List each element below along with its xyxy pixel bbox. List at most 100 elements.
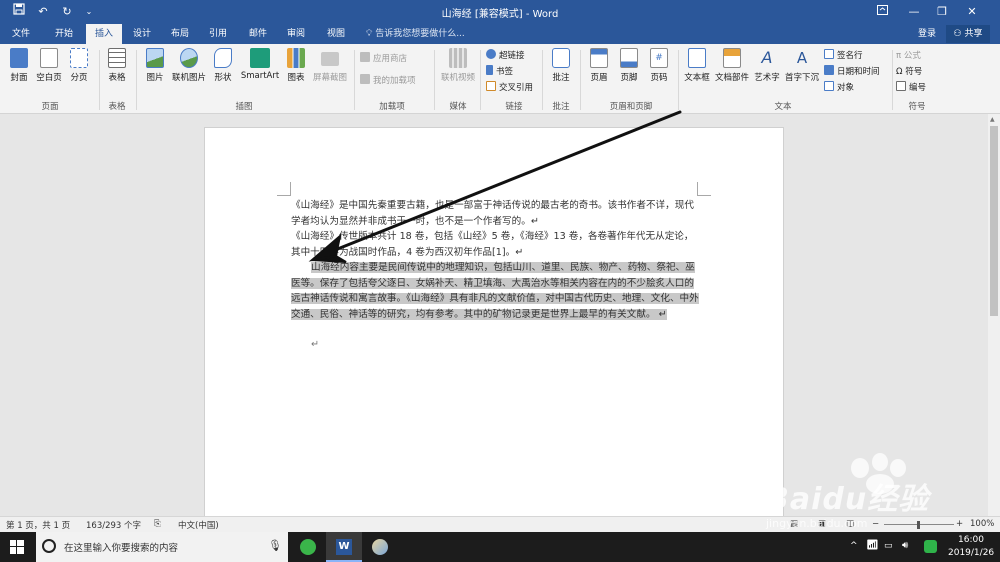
- tell-me-box[interactable]: 💡︎ 告诉我您想要做什么...: [366, 24, 465, 44]
- smartart-button[interactable]: SmartArt: [238, 48, 282, 81]
- online-picture-button[interactable]: 联机图片: [170, 48, 208, 83]
- page-number-button[interactable]: # 页码: [646, 48, 672, 83]
- undo-icon[interactable]: ↶: [34, 3, 52, 21]
- network-icon[interactable]: 📶︎: [866, 540, 879, 551]
- read-mode-icon[interactable]: ▤: [790, 519, 798, 529]
- paragraph-2[interactable]: 《山海经》传世版本共计 18 卷，包括《山经》5 卷，《海经》13 卷，各卷著作…: [291, 229, 701, 260]
- screenshot-button[interactable]: 屏幕截图: [310, 48, 350, 83]
- zoom-slider-thumb[interactable]: [917, 521, 920, 529]
- header-icon: [590, 48, 608, 68]
- date-time-label: 日期和时间: [837, 67, 880, 77]
- tab-home[interactable]: 开始: [46, 24, 82, 44]
- login-link[interactable]: 登录: [918, 24, 936, 44]
- group-separator: [99, 50, 100, 110]
- equation-button[interactable]: π 公式: [896, 49, 921, 64]
- store-button[interactable]: 应用商店: [360, 52, 407, 67]
- textbox-button[interactable]: 文本框: [682, 48, 712, 83]
- restore-icon[interactable]: ❐: [932, 3, 952, 21]
- taskbar-app-paint[interactable]: [362, 532, 398, 562]
- tab-view[interactable]: 视图: [318, 24, 354, 44]
- paint-icon: [372, 539, 388, 555]
- volume-icon[interactable]: 🔊︎: [902, 540, 908, 551]
- page-break-button[interactable]: 分页: [66, 48, 92, 83]
- quick-parts-button[interactable]: 文档部件: [714, 48, 750, 83]
- title-bar: ↶ ↻ ⌄ 山海经 [兼容模式] - Word — ❐ ✕: [0, 0, 1000, 24]
- cross-reference-button[interactable]: 交叉引用: [486, 81, 533, 96]
- page-count[interactable]: 第 1 页，共 1 页: [6, 519, 70, 531]
- cover-page-icon: [10, 48, 28, 68]
- table-button[interactable]: 表格: [104, 48, 130, 83]
- minimize-icon[interactable]: —: [904, 3, 924, 21]
- cover-page-button[interactable]: 封面: [6, 48, 32, 83]
- tab-mailings[interactable]: 邮件: [240, 24, 276, 44]
- show-hidden-icons[interactable]: ^: [850, 541, 858, 551]
- symbol-button[interactable]: Ω 符号: [896, 65, 922, 80]
- tab-review[interactable]: 审阅: [278, 24, 314, 44]
- wordart-button[interactable]: A 艺术字: [752, 48, 782, 83]
- object-button[interactable]: 对象: [824, 81, 854, 96]
- blank-page-button[interactable]: 空白页: [34, 48, 64, 83]
- microphone-icon[interactable]: 🎙︎: [268, 539, 282, 552]
- chart-button[interactable]: 图表: [284, 48, 308, 83]
- tab-layout[interactable]: 布局: [162, 24, 198, 44]
- close-icon[interactable]: ✕: [962, 3, 982, 21]
- selected-text[interactable]: 山海经内容主要是民间传说中的地理知识，包括山川、道里、民族、物产、药物、祭祀、巫…: [291, 262, 699, 320]
- share-button[interactable]: ⚇ 共享: [946, 25, 990, 43]
- picture-button[interactable]: 图片: [142, 48, 168, 83]
- clock-time: 16:00: [958, 535, 984, 545]
- word-count[interactable]: 163/293 个字: [86, 519, 141, 531]
- redo-icon[interactable]: ↻: [58, 3, 76, 21]
- date-time-button[interactable]: 日期和时间: [824, 65, 880, 80]
- person-icon: ⚇: [953, 29, 962, 39]
- my-addins-button[interactable]: 我的加载项: [360, 74, 416, 89]
- cover-page-label: 封面: [10, 73, 28, 83]
- tab-insert[interactable]: 插入: [86, 24, 122, 44]
- group-pages-label: 页面: [41, 102, 59, 112]
- tab-references[interactable]: 引用: [200, 24, 236, 44]
- shapes-label: 形状: [214, 73, 232, 83]
- web-layout-icon[interactable]: ◫: [846, 519, 854, 529]
- numbering-button[interactable]: 编号: [896, 81, 926, 96]
- footer-button[interactable]: 页脚: [616, 48, 642, 83]
- taskbar-clock[interactable]: 16:00 2019/1/26: [948, 534, 994, 560]
- proofing-icon[interactable]: ⎘: [154, 519, 161, 529]
- group-symbols-label: 符号: [908, 102, 926, 112]
- group-separator: [542, 50, 543, 110]
- zoom-level[interactable]: 100%: [970, 519, 994, 529]
- header-button[interactable]: 页眉: [586, 48, 612, 83]
- dropcap-button[interactable]: A 首字下沉: [784, 48, 820, 83]
- language[interactable]: 中文(中国): [178, 519, 219, 531]
- save-icon[interactable]: [10, 3, 28, 21]
- bookmark-button[interactable]: 书签: [486, 65, 513, 80]
- scroll-up-icon[interactable]: ▲: [990, 116, 995, 123]
- scrollbar-thumb[interactable]: [990, 126, 998, 316]
- document-page[interactable]: 《山海经》是中国先秦重要古籍，也是一部富于神话传说的最古老的奇书。该书作者不详，…: [204, 127, 784, 527]
- tab-file[interactable]: 文件: [2, 24, 40, 44]
- omega-icon: Ω: [896, 67, 906, 77]
- comment-label: 批注: [552, 73, 570, 83]
- shapes-button[interactable]: 形状: [210, 48, 236, 83]
- input-method-icon[interactable]: [924, 540, 937, 553]
- windows-start-icon[interactable]: [10, 540, 24, 554]
- paragraph-1[interactable]: 《山海经》是中国先秦重要古籍，也是一部富于神话传说的最古老的奇书。该书作者不详，…: [291, 198, 701, 229]
- taskbar-app-word[interactable]: W: [326, 532, 362, 562]
- taskbar-search[interactable]: 在这里输入你要搜索的内容 🎙︎: [36, 532, 288, 562]
- battery-icon[interactable]: ▭: [884, 541, 893, 551]
- windows-taskbar: 在这里输入你要搜索的内容 🎙︎ W ^ 📶︎ ▭ 🔊︎ 16:00 2019/1…: [0, 532, 1000, 562]
- chart-label: 图表: [287, 73, 305, 83]
- print-layout-icon[interactable]: ▣: [818, 519, 826, 529]
- zoom-in-icon[interactable]: +: [956, 519, 963, 529]
- taskbar-app-browser[interactable]: [290, 532, 326, 562]
- document-workspace[interactable]: 《山海经》是中国先秦重要古籍，也是一部富于神话传说的最古老的奇书。该书作者不详，…: [0, 114, 988, 527]
- comment-button[interactable]: 批注: [548, 48, 574, 83]
- vertical-scrollbar[interactable]: ▲: [988, 114, 1000, 516]
- customize-qat-icon[interactable]: ⌄: [80, 3, 98, 21]
- signature-line-button[interactable]: 签名行: [824, 49, 863, 64]
- dropcap-label: 首字下沉: [784, 73, 819, 83]
- tab-design[interactable]: 设计: [124, 24, 160, 44]
- online-video-button[interactable]: 联机视频: [438, 48, 478, 83]
- paragraph-3-selected[interactable]: 山海经内容主要是民间传说中的地理知识，包括山川、道里、民族、物产、药物、祭祀、巫…: [291, 260, 701, 322]
- hyperlink-button[interactable]: 超链接: [486, 49, 525, 64]
- zoom-out-icon[interactable]: −: [872, 519, 879, 529]
- ribbon-display-options-icon[interactable]: [872, 3, 892, 21]
